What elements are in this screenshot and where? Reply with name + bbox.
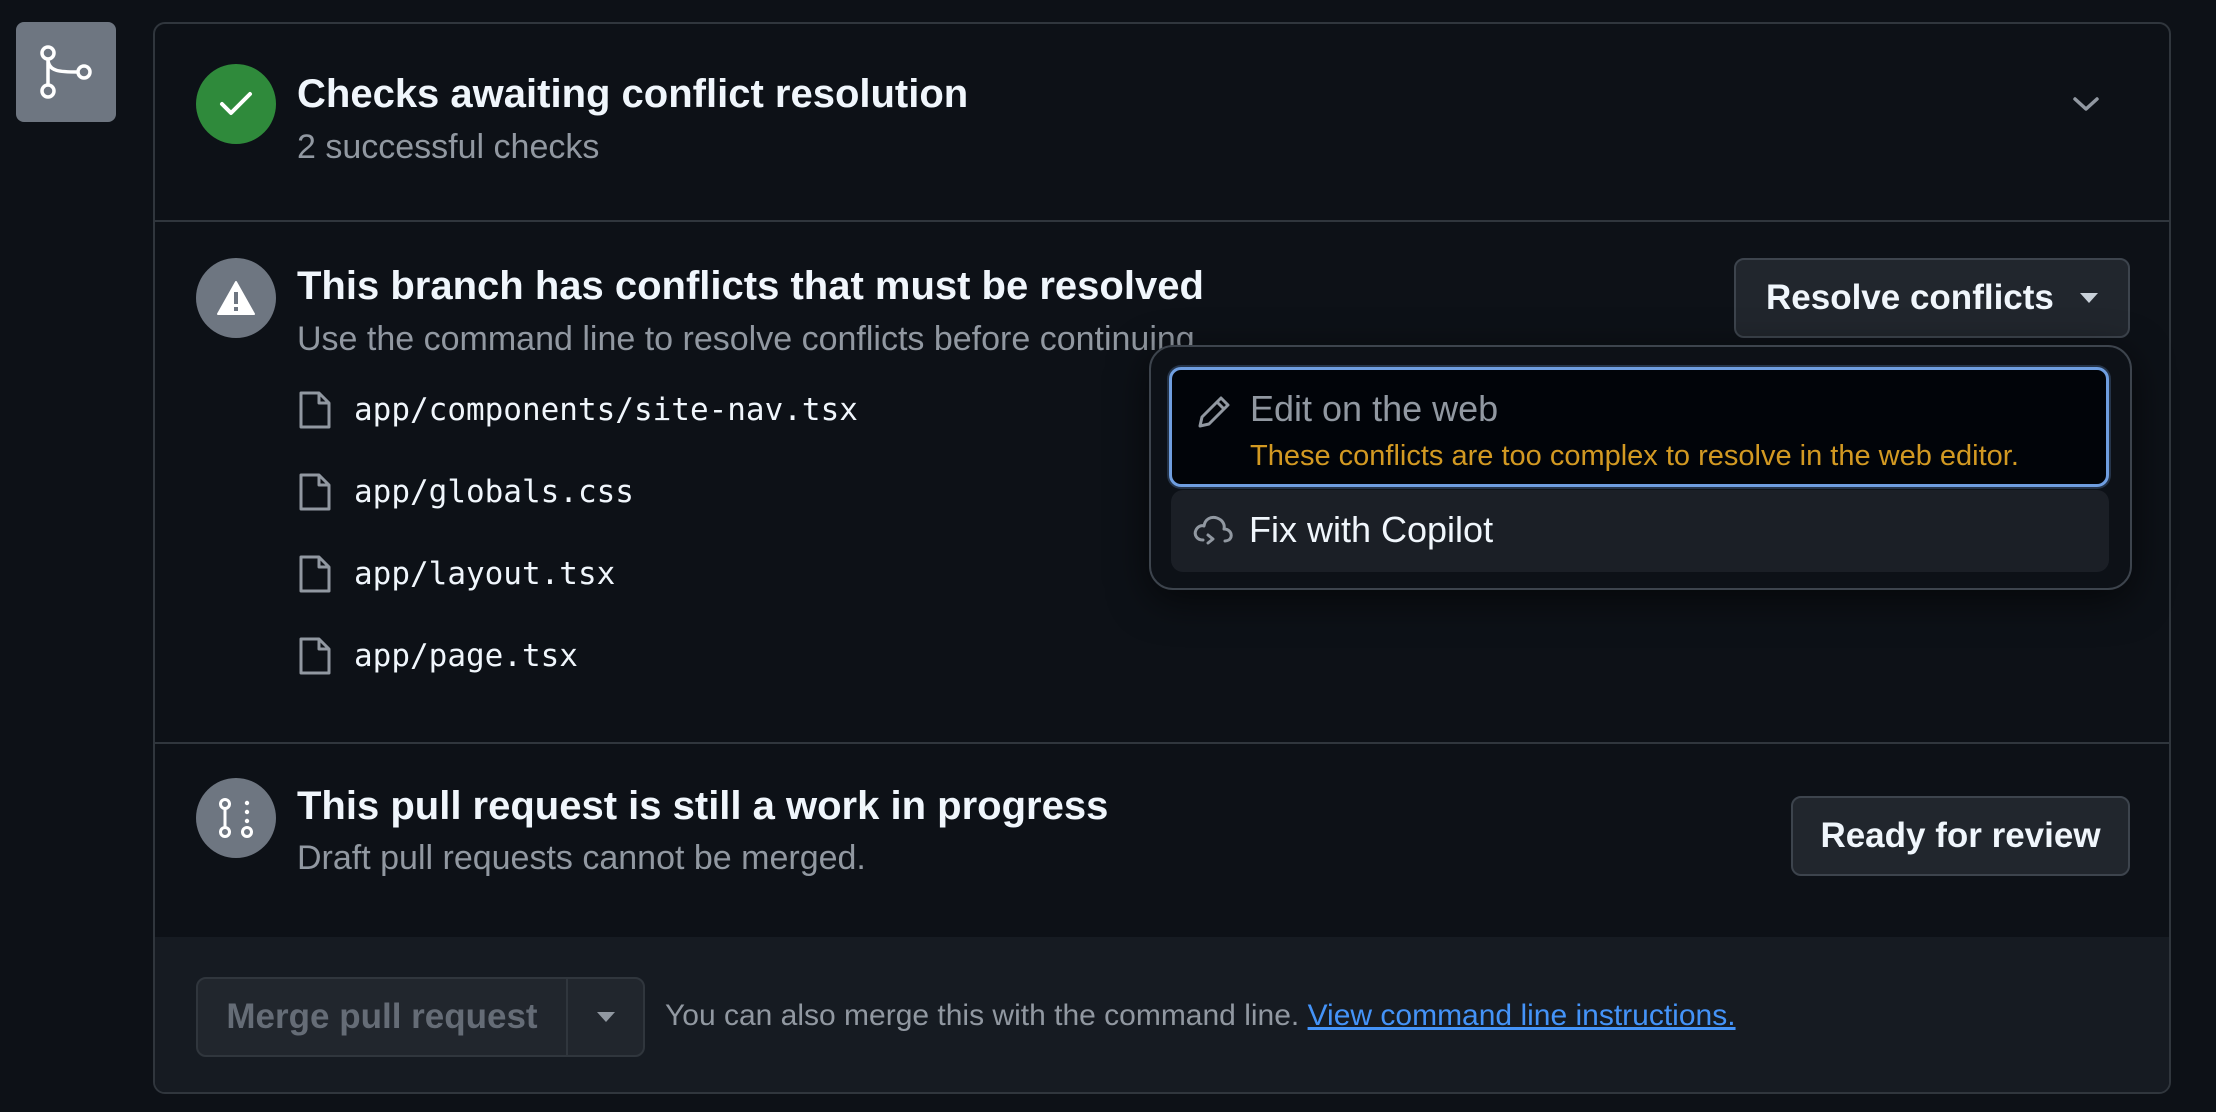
conflict-file-item: app/globals.css <box>298 472 634 512</box>
copilot-cloud-icon <box>1193 515 1233 545</box>
file-icon <box>299 391 331 429</box>
merge-pull-request-button[interactable]: Merge pull request <box>198 979 568 1055</box>
draft-subtitle: Draft pull requests cannot be merged. <box>297 839 866 877</box>
ready-for-review-button[interactable]: Ready for review <box>1791 796 2130 876</box>
menu-item-fix-with-copilot[interactable]: Fix with Copilot <box>1171 490 2109 572</box>
conflict-file-name: app/layout.tsx <box>354 556 616 592</box>
conflict-file-name: app/globals.css <box>354 474 634 510</box>
edit-warning-text: These conflicts are too complex to resol… <box>1250 440 2019 472</box>
command-line-instructions-link[interactable]: View command line instructions. <box>1308 999 1736 1032</box>
check-status-icon <box>196 64 276 144</box>
file-icon <box>299 555 331 593</box>
conflict-file-item: app/components/site-nav.tsx <box>298 390 858 430</box>
git-merge-icon <box>40 45 92 99</box>
checks-title: Checks awaiting conflict resolution <box>297 72 969 116</box>
chevron-down-icon[interactable] <box>2071 94 2101 114</box>
merge-button-group: Merge pull request <box>196 977 645 1057</box>
draft-status-icon <box>196 778 276 858</box>
resolve-conflicts-button[interactable]: Resolve conflicts <box>1734 258 2130 338</box>
merge-section: Merge pull request You can also merge th… <box>155 937 2169 1092</box>
edit-on-web-label: Edit on the web <box>1250 388 1499 429</box>
conflict-status-icon <box>196 258 276 338</box>
draft-title: This pull request is still a work in pro… <box>297 784 1109 828</box>
draft-section: This pull request is still a work in pro… <box>155 742 2169 939</box>
merge-options-button[interactable] <box>568 979 643 1055</box>
alert-icon <box>217 281 255 315</box>
resolve-conflicts-menu: Edit on the web These conflicts are too … <box>1149 345 2132 590</box>
checks-section[interactable]: Checks awaiting conflict resolution 2 su… <box>155 24 2169 222</box>
caret-down-icon <box>596 1012 615 1022</box>
resolve-conflicts-label: Resolve conflicts <box>1766 278 2054 317</box>
conflict-file-name: app/components/site-nav.tsx <box>354 392 858 428</box>
fix-with-copilot-label: Fix with Copilot <box>1249 509 1494 550</box>
conflicts-title: This branch has conflicts that must be r… <box>297 264 1204 308</box>
git-pull-request-draft-icon <box>219 798 253 838</box>
conflicts-subtitle: Use the command line to resolve conflict… <box>297 320 1205 358</box>
checks-subtitle: 2 successful checks <box>297 128 600 166</box>
file-icon <box>299 473 331 511</box>
merge-help-text: You can also merge this with the command… <box>665 999 1300 1032</box>
pencil-icon <box>1198 396 1230 428</box>
check-icon <box>220 92 252 115</box>
conflict-file-item: app/page.tsx <box>298 636 578 676</box>
file-icon <box>299 637 331 675</box>
merge-status-tile <box>16 22 116 122</box>
conflict-file-name: app/page.tsx <box>354 638 578 674</box>
caret-down-icon <box>2080 293 2098 303</box>
menu-item-edit-on-web[interactable]: Edit on the web These conflicts are too … <box>1169 367 2109 487</box>
conflict-file-item: app/layout.tsx <box>298 554 615 594</box>
merge-command-line-text: You can also merge this with the command… <box>665 999 1736 1033</box>
